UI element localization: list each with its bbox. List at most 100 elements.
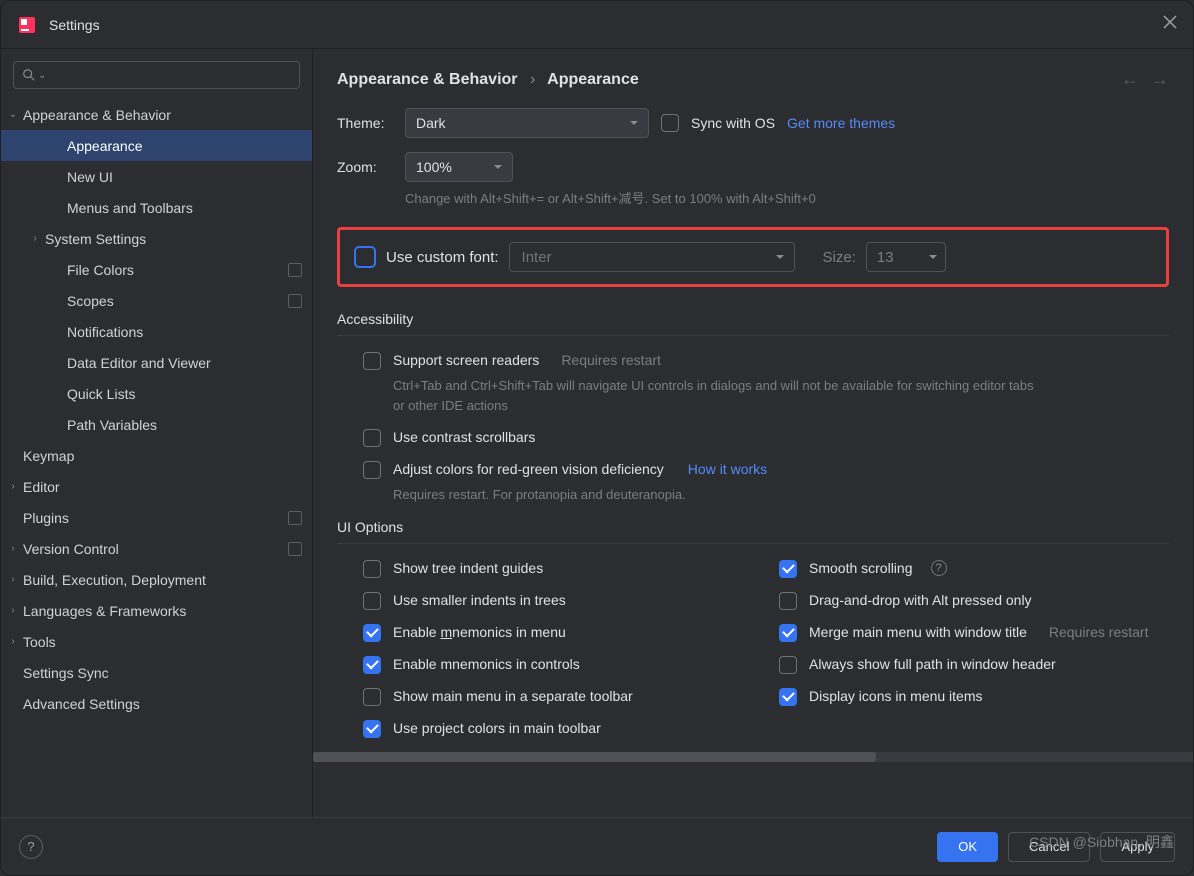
- size-input[interactable]: 13: [866, 242, 946, 272]
- theme-label: Theme:: [337, 115, 393, 131]
- sidebar-item[interactable]: Quick Lists: [1, 378, 312, 409]
- chevron-right-icon: ›: [5, 543, 21, 554]
- sidebar-item-label: Quick Lists: [65, 386, 135, 402]
- sidebar-item-label: Editor: [21, 479, 60, 495]
- sidebar-item-label: Version Control: [21, 541, 119, 557]
- sidebar-item-label: System Settings: [43, 231, 146, 247]
- sidebar-item[interactable]: Data Editor and Viewer: [1, 347, 312, 378]
- settings-tree: ⌄Appearance & BehaviorAppearanceNew UI Me…: [1, 99, 312, 817]
- sidebar-item[interactable]: ›System Settings: [1, 223, 312, 254]
- chevron-right-icon: ›: [5, 605, 21, 616]
- option-label: Merge main menu with window title: [809, 624, 1027, 640]
- sidebar-item-label: Plugins: [21, 510, 69, 526]
- help-icon[interactable]: ?: [931, 560, 947, 576]
- close-icon[interactable]: [1163, 15, 1177, 34]
- option-checkbox[interactable]: [779, 656, 797, 674]
- sidebar-item[interactable]: ›Build, Execution, Deployment: [1, 564, 312, 595]
- sidebar-item-label: Languages & Frameworks: [21, 603, 186, 619]
- option-checkbox[interactable]: [779, 560, 797, 578]
- option-checkbox[interactable]: [363, 688, 381, 706]
- option-checkbox[interactable]: [363, 656, 381, 674]
- contrast-scrollbars-label: Use contrast scrollbars: [393, 429, 535, 445]
- get-themes-link[interactable]: Get more themes: [787, 115, 895, 131]
- option-checkbox[interactable]: [779, 688, 797, 706]
- back-icon[interactable]: ←: [1121, 69, 1139, 90]
- sidebar-item[interactable]: Keymap: [1, 440, 312, 471]
- breadcrumb-parent[interactable]: Appearance & Behavior: [337, 71, 518, 88]
- option-checkbox[interactable]: [363, 592, 381, 610]
- option-label: Smooth scrolling: [809, 560, 913, 576]
- forward-icon[interactable]: →: [1151, 69, 1169, 90]
- option-label: Always show full path in window header: [809, 656, 1056, 672]
- chevron-right-icon: ›: [5, 481, 21, 492]
- option-checkbox[interactable]: [779, 624, 797, 642]
- sidebar-item-label: Advanced Settings: [21, 696, 140, 712]
- option-label: Show main menu in a separate toolbar: [393, 688, 633, 704]
- breadcrumb-sep: ›: [522, 71, 543, 88]
- chevron-right-icon: ›: [27, 233, 43, 244]
- sidebar-item-label: Settings Sync: [21, 665, 109, 681]
- sidebar-item[interactable]: Menus and Toolbars: [1, 192, 312, 223]
- sidebar-item[interactable]: Scopes: [1, 285, 312, 316]
- custom-font-row: Use custom font: Inter Size: 13: [337, 227, 1169, 287]
- search-icon: [22, 68, 36, 82]
- sidebar-item[interactable]: ›Editor: [1, 471, 312, 502]
- option-checkbox[interactable]: [363, 560, 381, 578]
- chevron-right-icon: ›: [5, 574, 21, 585]
- option-suffix: Requires restart: [1049, 624, 1149, 640]
- color-deficiency-checkbox[interactable]: [363, 461, 381, 479]
- sync-os-label: Sync with OS: [691, 115, 775, 131]
- sidebar-item-label: Path Variables: [65, 417, 157, 433]
- project-badge-icon: [288, 294, 302, 308]
- screen-readers-label: Support screen readers: [393, 352, 539, 368]
- sidebar-item-label: Menus and Toolbars: [65, 200, 193, 216]
- option-label: Drag-and-drop with Alt pressed only: [809, 592, 1032, 608]
- font-select[interactable]: Inter: [509, 242, 795, 272]
- sidebar-item[interactable]: ›Version Control: [1, 533, 312, 564]
- sidebar-item[interactable]: Settings Sync: [1, 657, 312, 688]
- sidebar-item[interactable]: New UI: [1, 161, 312, 192]
- breadcrumb: Appearance & Behavior › Appearance: [337, 71, 639, 89]
- sidebar: ⌄ ⌄Appearance & BehaviorAppearanceNew UI…: [1, 49, 313, 817]
- sidebar-item[interactable]: ›Languages & Frameworks: [1, 595, 312, 626]
- sync-os-checkbox[interactable]: [661, 114, 679, 132]
- zoom-label: Zoom:: [337, 159, 393, 175]
- custom-font-checkbox[interactable]: [354, 246, 376, 268]
- cancel-button[interactable]: Cancel: [1008, 832, 1090, 862]
- option-label: Display icons in menu items: [809, 688, 983, 704]
- how-it-works-link[interactable]: How it works: [688, 461, 767, 477]
- sidebar-item-label: Notifications: [65, 324, 143, 340]
- sidebar-item[interactable]: Advanced Settings: [1, 688, 312, 719]
- project-badge-icon: [288, 511, 302, 525]
- option-label: Enable mnemonics in controls: [393, 656, 580, 672]
- contrast-scrollbars-checkbox[interactable]: [363, 429, 381, 447]
- sidebar-item[interactable]: ›Tools: [1, 626, 312, 657]
- search-input[interactable]: ⌄: [13, 61, 300, 89]
- chevron-down-icon: ⌄: [5, 109, 21, 120]
- option-checkbox[interactable]: [779, 592, 797, 610]
- option-checkbox[interactable]: [363, 720, 381, 738]
- horizontal-scrollbar[interactable]: [313, 752, 1193, 762]
- screen-readers-hint: Ctrl+Tab and Ctrl+Shift+Tab will navigat…: [337, 376, 1037, 415]
- sidebar-item[interactable]: Appearance: [1, 130, 312, 161]
- sidebar-item[interactable]: File Colors: [1, 254, 312, 285]
- search-dropdown-icon: ⌄: [38, 70, 46, 81]
- chevron-right-icon: ›: [5, 636, 21, 647]
- option-checkbox[interactable]: [363, 624, 381, 642]
- sidebar-item-label: File Colors: [65, 262, 134, 278]
- ok-button[interactable]: OK: [937, 832, 998, 862]
- sidebar-item-label: Data Editor and Viewer: [65, 355, 211, 371]
- screen-readers-checkbox[interactable]: [363, 352, 381, 370]
- theme-select[interactable]: Dark: [405, 108, 649, 138]
- sidebar-item[interactable]: Plugins: [1, 502, 312, 533]
- sidebar-item[interactable]: Path Variables: [1, 409, 312, 440]
- help-button[interactable]: ?: [19, 835, 43, 859]
- sidebar-item[interactable]: ⌄Appearance & Behavior: [1, 99, 312, 130]
- size-label: Size:: [823, 249, 856, 266]
- screen-readers-suffix: Requires restart: [561, 352, 661, 368]
- sidebar-item[interactable]: Notifications: [1, 316, 312, 347]
- zoom-select[interactable]: 100%: [405, 152, 513, 182]
- apply-button[interactable]: Apply: [1100, 832, 1175, 862]
- project-badge-icon: [288, 542, 302, 556]
- zoom-hint: Change with Alt+Shift+= or Alt+Shift+减号.…: [337, 188, 1169, 207]
